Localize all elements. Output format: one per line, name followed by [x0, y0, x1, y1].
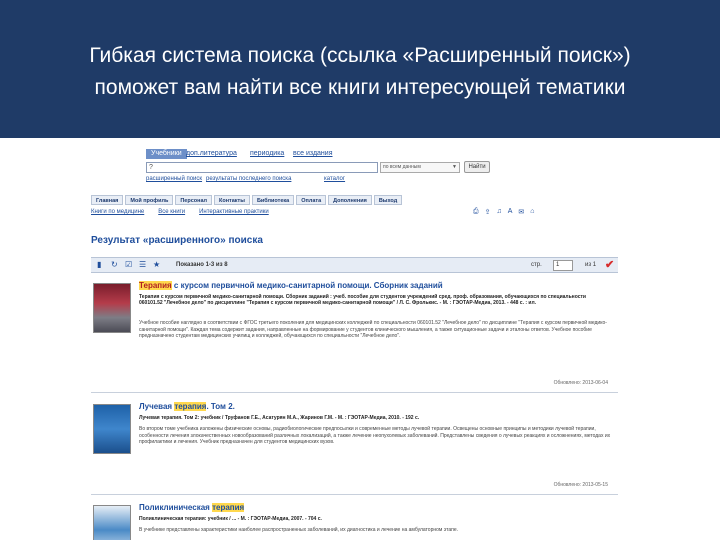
book-title-link[interactable]: Терапия с курсом первичной медико-санита…: [139, 281, 443, 290]
bibliographic-record: Поликлиническая терапия: учебник / ... -…: [139, 516, 322, 522]
font-size-icon[interactable]: A: [508, 208, 513, 216]
search-panel: Учебники доп.литература периодика все из…: [146, 146, 490, 182]
highlighted-term: терапия: [174, 402, 207, 411]
results-toolbar: ▮ ↻ ☑ ☰ ★ Показано 1-3 из 8 стр. 1 из 1 …: [91, 257, 618, 273]
nav-library[interactable]: Библиотека: [251, 195, 295, 205]
book-title-link[interactable]: Лучевая терапия. Том 2.: [139, 402, 235, 411]
sound-icon[interactable]: ♫: [496, 208, 501, 216]
share-icon[interactable]: ⇪: [485, 208, 491, 216]
updated-date: Обновлено: 2013-06-04: [553, 380, 608, 386]
page-label: стр.: [531, 262, 542, 268]
page-total: из 1: [585, 262, 597, 268]
sub-navigation: Книги по медицине Все книги Интерактивны…: [91, 209, 269, 215]
search-field-select[interactable]: по всем данным ▼: [380, 162, 460, 173]
link-medicine-books[interactable]: Книги по медицине: [91, 209, 144, 215]
home-icon[interactable]: ⌂: [530, 208, 534, 216]
divider: [91, 392, 618, 393]
nav-extras[interactable]: Дополнения: [328, 195, 372, 205]
link-interactive-practice[interactable]: Интерактивные практики: [199, 209, 269, 215]
library-screenshot: Учебники доп.литература периодика все из…: [88, 143, 628, 540]
checkmark-icon[interactable]: ✔: [605, 258, 614, 271]
book-cover-image[interactable]: [93, 283, 131, 333]
list-item: Лучевая терапия. Том 2. Лучевая терапия.…: [91, 398, 618, 498]
chevron-down-icon: ▼: [452, 164, 457, 170]
divider: [91, 494, 618, 495]
highlighted-term: терапия: [212, 503, 245, 512]
search-button[interactable]: Найти: [464, 161, 490, 173]
nav-staff[interactable]: Персонал: [175, 195, 213, 205]
nav-payment[interactable]: Оплата: [296, 195, 327, 205]
tab-textbooks[interactable]: Учебники: [146, 149, 187, 159]
catalog-link[interactable]: каталог: [324, 176, 345, 182]
slide-title-line-1: Гибкая система поиска (ссылка «Расширенн…: [89, 44, 631, 67]
nav-home[interactable]: Главная: [91, 195, 124, 205]
title-prefix: Лучевая: [139, 402, 175, 411]
book-cover-image[interactable]: [93, 505, 131, 540]
book-cover-image[interactable]: [93, 404, 131, 454]
top-navigation: Главная Мой профиль Персонал Контакты Би…: [91, 195, 403, 205]
page-title: Результат «расширенного» поиска: [91, 235, 263, 246]
list-item: Терапия с курсом первичной медико-санита…: [91, 277, 618, 397]
mail-icon[interactable]: ✉: [518, 208, 524, 216]
book-description: Во втором томе учебника изложены физичес…: [139, 426, 611, 445]
title-prefix: Поликлиническая: [139, 503, 213, 512]
bibliographic-record: Лучевая терапия. Том 2: учебник / Труфан…: [139, 415, 420, 421]
nav-logout[interactable]: Выход: [373, 195, 403, 205]
updated-date: Обновлено: 2013-05-15: [553, 482, 608, 488]
toolbar-icons: ⎙ ⇪ ♫ A ✉ ⌂: [473, 208, 535, 216]
nav-contacts[interactable]: Контакты: [214, 195, 250, 205]
tab-periodicals[interactable]: периодика: [250, 149, 284, 159]
tab-all-editions[interactable]: все издания: [293, 149, 333, 159]
book-description: Учебное пособие наглядно в соответствии …: [139, 320, 607, 339]
print-icon[interactable]: ⎙: [473, 208, 479, 216]
title-rest: с курсом первичной медико-санитарной пом…: [171, 281, 443, 290]
list-item: Поликлиническая терапия Поликлиническая …: [91, 499, 618, 540]
bookmark-icon[interactable]: ▮: [97, 260, 101, 269]
link-all-books[interactable]: Все книги: [158, 209, 185, 215]
select-all-icon[interactable]: ☑: [125, 260, 132, 269]
slide-title-line-2: поможет вам найти все книги интересующей…: [94, 76, 626, 99]
book-description: В учебнике представлены характеристики н…: [139, 527, 459, 533]
view-icon[interactable]: ☰: [139, 260, 146, 269]
star-icon[interactable]: ★: [153, 260, 160, 269]
tab-extra-literature[interactable]: доп.литература: [186, 149, 237, 159]
search-field-value: по всем данным: [383, 164, 421, 170]
bibliographic-record: Терапия с курсом первичной медико-санита…: [139, 294, 586, 306]
page-input[interactable]: 1: [553, 260, 573, 271]
slide-header: Гибкая система поиска (ссылка «Расширенн…: [0, 0, 720, 138]
book-title-link[interactable]: Поликлиническая терапия: [139, 503, 245, 512]
last-search-results-link[interactable]: результаты последнего поиска: [206, 176, 291, 182]
search-input[interactable]: ?: [146, 162, 378, 173]
results-count: Показано 1-3 из 8: [176, 262, 228, 268]
advanced-search-link[interactable]: расширенный поиск: [146, 176, 202, 182]
refresh-icon[interactable]: ↻: [111, 260, 118, 269]
nav-my-profile[interactable]: Мой профиль: [125, 195, 174, 205]
highlighted-term: Терапия: [139, 281, 172, 290]
title-rest: . Том 2.: [206, 402, 235, 411]
